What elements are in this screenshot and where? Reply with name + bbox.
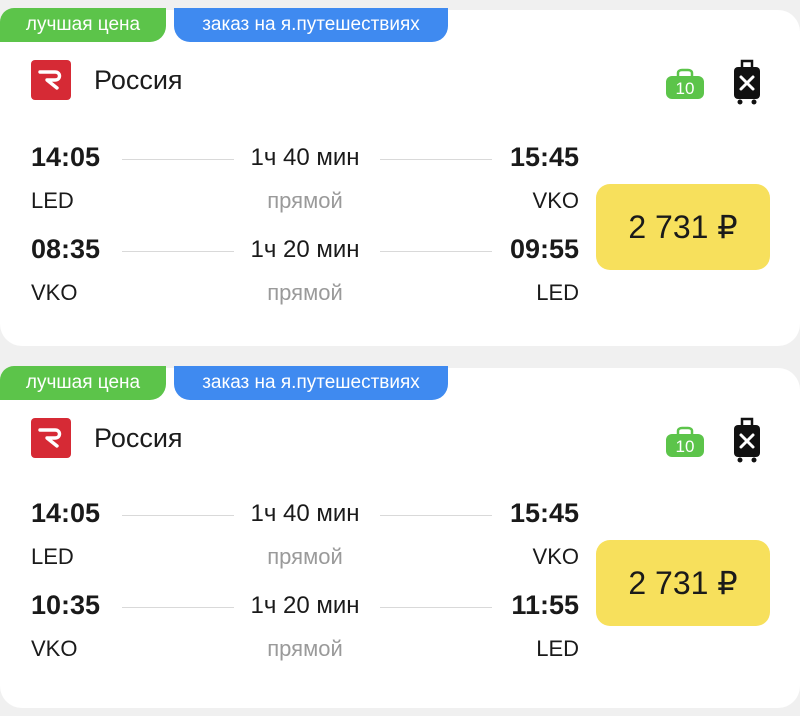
flight-duration: 1ч 40 мин xyxy=(250,144,360,171)
flight-segment-return: 10:35 1ч 20 мин 11:55 VKO прямой LED xyxy=(0,590,600,682)
airline-info: Россия xyxy=(31,60,183,100)
departure-airport-code: LED xyxy=(31,544,74,569)
route-line xyxy=(380,159,492,160)
flight-segment-outbound: 14:05 1ч 40 мин 15:45 LED прямой VKO xyxy=(0,142,600,234)
flight-duration: 1ч 20 мин xyxy=(250,236,360,263)
route-line xyxy=(380,515,492,516)
arrival-airport-code: VKO xyxy=(532,188,579,213)
arrival-time: 15:45 xyxy=(509,498,579,528)
departure-time: 14:05 xyxy=(31,498,101,528)
flight-duration: 1ч 20 мин xyxy=(250,592,360,619)
order-on-yandex-travel-badge: заказ на я.путешествиях xyxy=(174,8,448,42)
route-line xyxy=(380,607,492,608)
arrival-airport-code: LED xyxy=(536,280,579,305)
airline-logo-icon xyxy=(31,418,71,458)
departure-time: 10:35 xyxy=(31,590,101,620)
price-button[interactable]: 2 731 ₽ xyxy=(596,540,770,626)
arrival-airport-code: VKO xyxy=(532,544,579,569)
route-line xyxy=(122,515,234,516)
departure-airport-code: VKO xyxy=(31,636,78,661)
best-price-badge: лучшая цена xyxy=(0,8,166,42)
flight-offer-card[interactable]: лучшая цена заказ на я.путешествиях Росс… xyxy=(0,8,800,346)
airline-name: Россия xyxy=(94,64,183,95)
flight-segment-return: 08:35 1ч 20 мин 09:55 VKO прямой LED xyxy=(0,234,600,326)
order-on-yandex-travel-badge: заказ на я.путешествиях xyxy=(174,366,448,400)
no-checked-baggage-icon xyxy=(733,58,761,106)
route-line xyxy=(122,251,234,252)
stops-info: прямой xyxy=(267,544,343,569)
arrival-airport-code: LED xyxy=(536,636,579,661)
stops-info: прямой xyxy=(267,280,343,305)
price-button[interactable]: 2 731 ₽ xyxy=(596,184,770,270)
no-checked-baggage-icon xyxy=(733,416,761,464)
flight-segment-outbound: 14:05 1ч 40 мин 15:45 LED прямой VKO xyxy=(0,498,600,590)
arrival-time: 15:45 xyxy=(509,142,579,172)
flight-offer-card[interactable]: лучшая цена заказ на я.путешествиях Росс… xyxy=(0,366,800,708)
flight-duration: 1ч 40 мин xyxy=(250,500,360,527)
airline-name: Россия xyxy=(94,422,183,453)
arrival-time: 09:55 xyxy=(509,234,579,264)
baggage-weight-label: 10 xyxy=(676,79,695,98)
airline-info: Россия xyxy=(31,418,183,458)
route-line xyxy=(380,251,492,252)
carry-on-baggage-icon: 10 xyxy=(665,68,705,100)
departure-time: 14:05 xyxy=(31,142,101,172)
best-price-badge: лучшая цена xyxy=(0,366,166,400)
carry-on-baggage-icon: 10 xyxy=(665,426,705,458)
baggage-weight-label: 10 xyxy=(676,437,695,456)
route-line xyxy=(122,159,234,160)
departure-time: 08:35 xyxy=(31,234,101,264)
stops-info: прямой xyxy=(267,188,343,213)
arrival-time: 11:55 xyxy=(511,590,579,620)
route-line xyxy=(122,607,234,608)
departure-airport-code: VKO xyxy=(31,280,78,305)
stops-info: прямой xyxy=(267,636,343,661)
departure-airport-code: LED xyxy=(31,188,74,213)
airline-logo-icon xyxy=(31,60,71,100)
